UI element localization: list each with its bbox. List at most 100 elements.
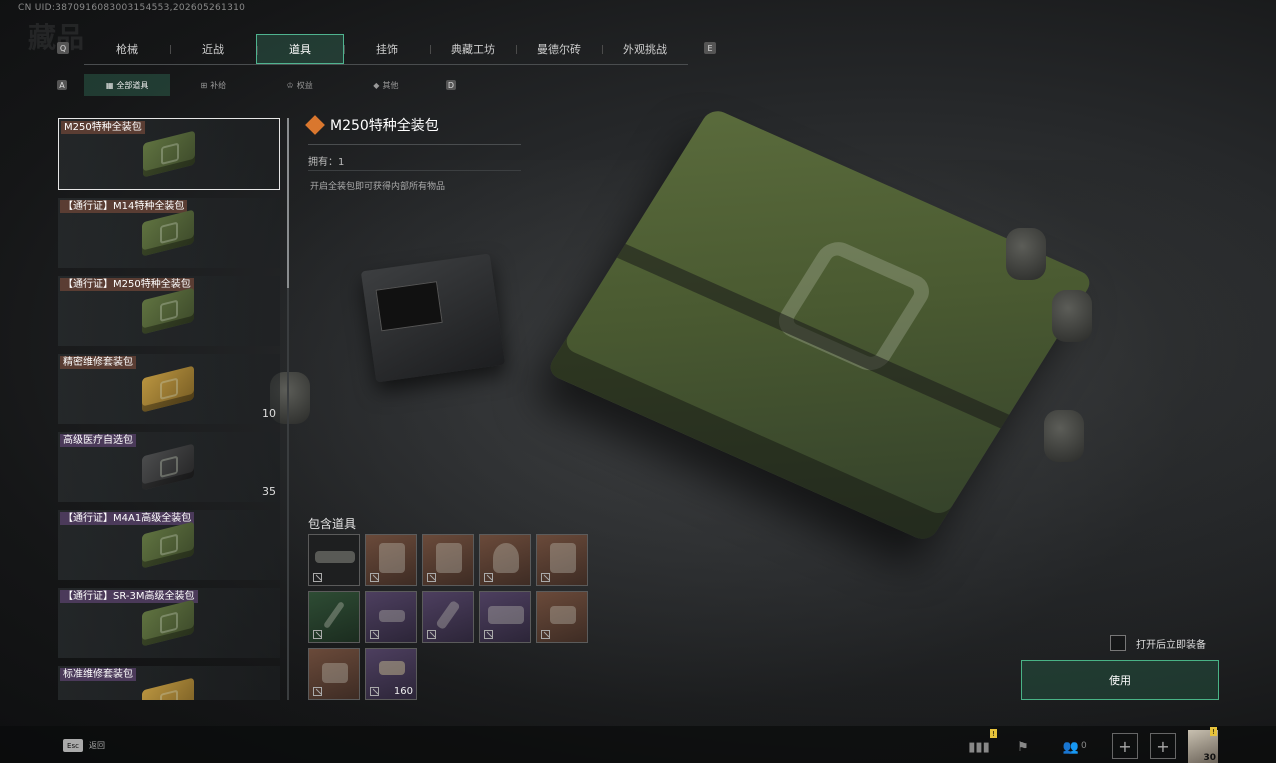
tab-charms[interactable]: 挂饰: [344, 34, 430, 64]
tradable-tag-icon: [541, 573, 550, 582]
included-items-label: 包含道具: [308, 517, 357, 531]
item-name: 高级医疗自选包: [60, 434, 136, 447]
included-item[interactable]: [308, 534, 360, 586]
crown-icon: ♔: [286, 80, 294, 90]
crate-icon: [142, 677, 194, 700]
subtab-other[interactable]: ◆ 其他: [343, 74, 429, 96]
item-card[interactable]: 标准维修套装包: [58, 666, 280, 700]
included-item[interactable]: [422, 534, 474, 586]
subtab-all-items[interactable]: ▦ 全部道具: [84, 74, 171, 96]
subtab-supply[interactable]: ⊞ 补给: [170, 74, 256, 96]
included-item[interactable]: [536, 534, 588, 586]
subtab-label: 补给: [210, 80, 227, 90]
item-card[interactable]: 【通行证】M14特种全装包: [58, 198, 280, 268]
flag-icon[interactable]: ⚑: [1008, 732, 1038, 762]
item-card[interactable]: 高级医疗自选包 35: [58, 432, 280, 502]
tab-guns[interactable]: 枪械: [84, 34, 170, 64]
rifle-icon: [315, 551, 355, 563]
subtab-label: 其他: [382, 80, 399, 90]
item-card[interactable]: 【通行证】SR-3M高级全装包: [58, 588, 280, 658]
tradable-tag-icon: [313, 630, 322, 639]
chest-rig-icon: [436, 543, 462, 573]
grenade-prop: [1052, 290, 1092, 342]
crate-icon: [142, 287, 194, 335]
included-item[interactable]: [479, 534, 531, 586]
grid-icon: ▦: [105, 80, 114, 90]
tab-appearance-challenge[interactable]: 外观挑战: [602, 34, 688, 64]
syringe-icon: [322, 600, 346, 630]
included-item[interactable]: [479, 591, 531, 643]
tab-melee[interactable]: 近战: [170, 34, 256, 64]
esc-key-hint[interactable]: Esc: [63, 739, 83, 752]
included-item[interactable]: 160: [365, 648, 417, 700]
subtab-label: 全部道具: [116, 80, 149, 90]
item-name: M250特种全装包: [61, 121, 145, 134]
page-logo: 藏品: [28, 21, 85, 54]
add-squad-slot-button[interactable]: +: [1112, 733, 1138, 759]
item-card[interactable]: M250特种全装包: [58, 118, 280, 190]
item-name: 【通行证】M14特种全装包: [60, 200, 188, 213]
included-items-grid: 160: [308, 534, 590, 700]
sub-tab-bar: ▦ 全部道具 ⊞ 补给 ♔ 权益 ◆ 其他: [84, 74, 429, 96]
grenade-prop: [1044, 410, 1084, 462]
subtab-rights[interactable]: ♔ 权益: [257, 74, 343, 96]
prev-tab-key-hint[interactable]: Q: [57, 42, 69, 54]
use-button[interactable]: 使用: [1021, 660, 1219, 700]
included-item[interactable]: [365, 591, 417, 643]
auto-equip-checkbox[interactable]: [1110, 635, 1126, 651]
add-squad-slot-button[interactable]: +: [1150, 733, 1176, 759]
item-card[interactable]: 【通行证】M4A1高级全装包: [58, 510, 280, 580]
uid-label: CN UID:3870916083003154553,202605261310: [18, 3, 246, 13]
item-card[interactable]: 精密维修套装包 10: [58, 354, 280, 424]
item-card[interactable]: 【通行证】M250特种全装包: [58, 276, 280, 346]
included-item[interactable]: [536, 591, 588, 643]
item-count: 160: [393, 686, 413, 697]
alert-badge: !: [1210, 727, 1217, 736]
tradable-tag-icon: [541, 630, 550, 639]
crate-icon: [142, 599, 194, 647]
crate-icon: [143, 130, 195, 178]
item-name: 【通行证】M250特种全装包: [60, 278, 194, 291]
item-list: M250特种全装包 【通行证】M14特种全装包 【通行证】M250特种全装包 精…: [58, 118, 280, 700]
helmet-icon: [493, 543, 519, 573]
top-tab-bar: 枪械 近战 道具 挂饰 典藏工坊 曼德尔砖 外观挑战: [84, 34, 688, 65]
back-label[interactable]: 返回: [89, 740, 105, 751]
crate-icon: [142, 521, 194, 569]
tradable-tag-icon: [427, 630, 436, 639]
item-name: 【通行证】M4A1高级全装包: [60, 512, 195, 525]
rarity-diamond-icon: [305, 115, 325, 135]
backpack-icon: [379, 543, 405, 573]
crate-icon: [142, 365, 194, 413]
next-subtab-key-hint[interactable]: D: [446, 80, 456, 90]
tab-collection-workshop[interactable]: 典藏工坊: [430, 34, 516, 64]
included-item[interactable]: [308, 648, 360, 700]
repair-kit-icon: [488, 606, 524, 624]
supply-icon: ⊞: [200, 80, 208, 90]
divider: [308, 144, 521, 145]
diamond-icon: ◆: [373, 80, 380, 90]
tab-mandel-brick[interactable]: 曼德尔砖: [516, 34, 602, 64]
medkit-bag-icon: [550, 606, 576, 624]
ammo-box-icon: [379, 661, 405, 675]
item-name: 【通行证】SR-3M高级全装包: [60, 590, 198, 603]
tradable-tag-icon: [484, 630, 493, 639]
ammo-box-icon: [379, 610, 405, 622]
included-item[interactable]: [308, 591, 360, 643]
included-item[interactable]: [422, 591, 474, 643]
auto-equip-label: 打开后立即装备: [1136, 640, 1206, 651]
subtab-label: 权益: [296, 80, 313, 90]
tab-items[interactable]: 道具: [256, 34, 344, 64]
item-count: 35: [262, 485, 276, 498]
prev-subtab-key-hint[interactable]: A: [57, 80, 67, 90]
player-level: 30: [1203, 753, 1216, 763]
radio-prop: [360, 253, 506, 383]
included-item[interactable]: [365, 534, 417, 586]
list-scrollbar-thumb[interactable]: [287, 118, 289, 288]
friends-count: 0: [1081, 741, 1087, 751]
first-aid-bag-icon: [322, 663, 348, 683]
item-name: 精密维修套装包: [60, 356, 136, 369]
tradable-tag-icon: [313, 573, 322, 582]
next-tab-key-hint[interactable]: E: [704, 42, 716, 54]
crate-icon: [142, 443, 194, 491]
injector-icon: [435, 599, 461, 631]
